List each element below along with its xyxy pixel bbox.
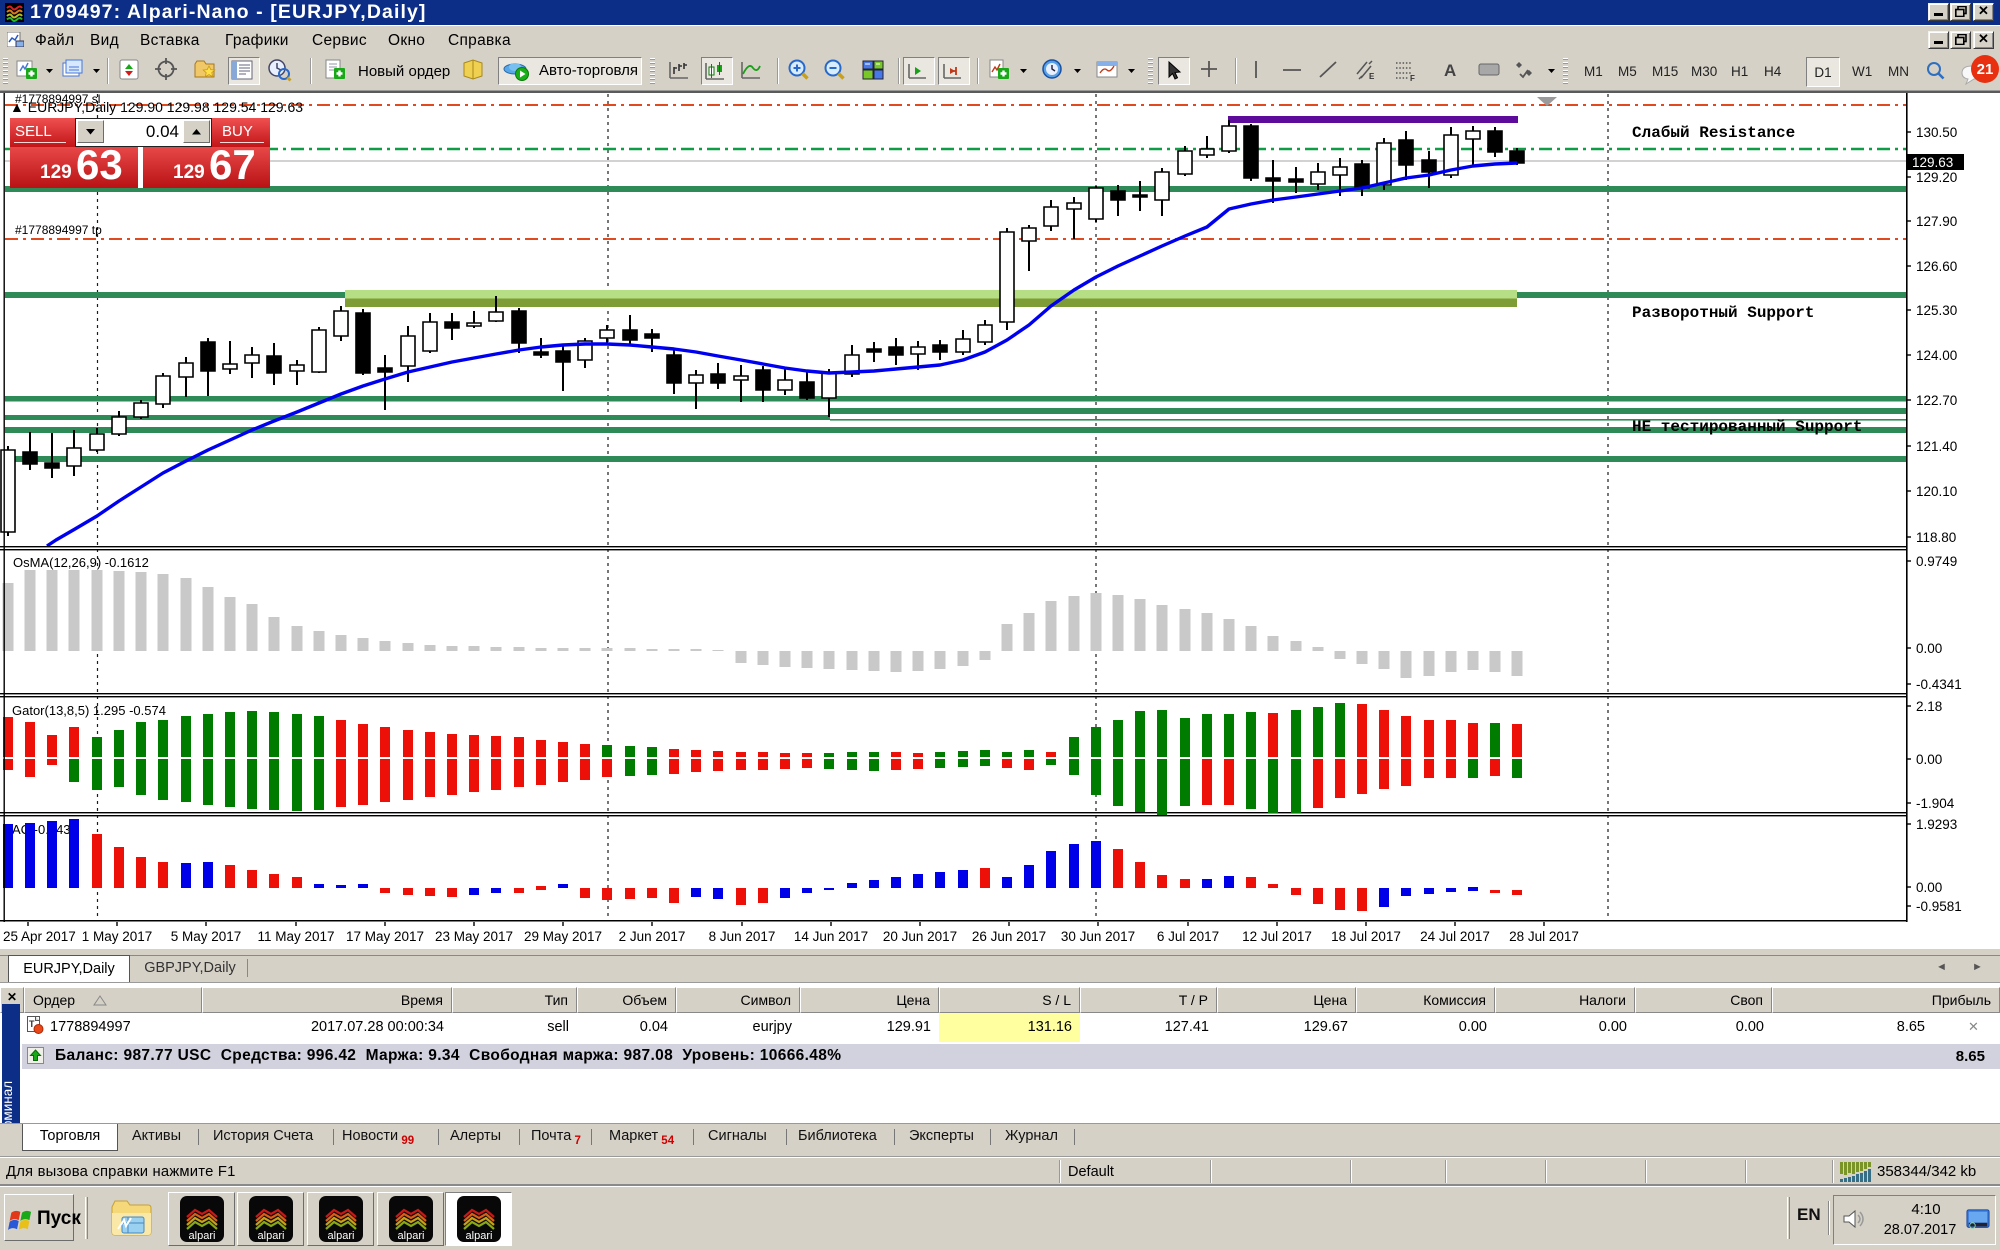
svg-text:118.80: 118.80 bbox=[1916, 530, 1956, 545]
svg-text:11 May 2017: 11 May 2017 bbox=[257, 929, 334, 944]
svg-text:28 Jul 2017: 28 Jul 2017 bbox=[1509, 929, 1579, 944]
svg-text:29 May 2017: 29 May 2017 bbox=[524, 929, 602, 944]
svg-text:18 Jul 2017: 18 Jul 2017 bbox=[1331, 929, 1401, 944]
svg-text:21: 21 bbox=[1977, 61, 1994, 78]
svg-text:A: A bbox=[1444, 61, 1456, 80]
svg-text:122.70: 122.70 bbox=[1916, 393, 1957, 408]
svg-text:14 Jun 2017: 14 Jun 2017 bbox=[794, 929, 868, 944]
svg-text:alpari: alpari bbox=[189, 1230, 216, 1242]
svg-text:129.63: 129.63 bbox=[1912, 155, 1953, 170]
svg-text:Слабый Resistance: Слабый Resistance bbox=[1632, 124, 1795, 142]
svg-text:25 Apr 2017: 25 Apr 2017 bbox=[3, 929, 76, 944]
svg-text:30 Jun 2017: 30 Jun 2017 bbox=[1061, 929, 1135, 944]
svg-text:6 Jul 2017: 6 Jul 2017 bbox=[1157, 929, 1219, 944]
svg-text:#1778894997 tp: #1778894997 tp bbox=[15, 223, 102, 237]
svg-text:0.9749: 0.9749 bbox=[1916, 554, 1957, 569]
svg-text:8 Jun 2017: 8 Jun 2017 bbox=[709, 929, 776, 944]
svg-text:129.20: 129.20 bbox=[1916, 170, 1957, 185]
svg-text:20 Jun 2017: 20 Jun 2017 bbox=[883, 929, 957, 944]
svg-text:127.90: 127.90 bbox=[1916, 214, 1957, 229]
svg-text:5 May 2017: 5 May 2017 bbox=[171, 929, 242, 944]
svg-text:23 May 2017: 23 May 2017 bbox=[435, 929, 513, 944]
svg-text:E: E bbox=[1369, 72, 1375, 81]
svg-text:AC -0.2438: AC -0.2438 bbox=[12, 822, 78, 837]
svg-text:26 Jun 2017: 26 Jun 2017 bbox=[972, 929, 1046, 944]
svg-text:2 Jun 2017: 2 Jun 2017 bbox=[619, 929, 686, 944]
svg-text:17 May 2017: 17 May 2017 bbox=[346, 929, 424, 944]
svg-text:121.40: 121.40 bbox=[1916, 439, 1957, 454]
svg-text:-0.4341: -0.4341 bbox=[1916, 677, 1962, 692]
svg-text:OsMA(12,26,9) -0.1612: OsMA(12,26,9) -0.1612 bbox=[13, 555, 149, 570]
svg-text:1 May 2017: 1 May 2017 bbox=[82, 929, 153, 944]
svg-text:125.30: 125.30 bbox=[1916, 303, 1957, 318]
svg-text:126.60: 126.60 bbox=[1916, 259, 1957, 274]
svg-text:-1.904: -1.904 bbox=[1916, 796, 1955, 811]
svg-text:alpari: alpari bbox=[328, 1230, 355, 1242]
svg-text:alpari: alpari bbox=[466, 1230, 493, 1242]
svg-text:НЕ тестированный Support: НЕ тестированный Support bbox=[1632, 418, 1862, 436]
svg-text:alpari: alpari bbox=[258, 1230, 285, 1242]
svg-text:▲ EURJPY,Daily 129.90 129.98: ▲ EURJPY,Daily 129.90 129.98 129.54 129.… bbox=[10, 99, 303, 115]
svg-text:124.00: 124.00 bbox=[1916, 348, 1957, 363]
svg-text:F: F bbox=[1410, 74, 1415, 82]
svg-text:24 Jul 2017: 24 Jul 2017 bbox=[1420, 929, 1490, 944]
svg-text:130.50: 130.50 bbox=[1916, 125, 1957, 140]
svg-text:120.10: 120.10 bbox=[1916, 484, 1957, 499]
svg-text:-0.9581: -0.9581 bbox=[1916, 899, 1962, 914]
svg-text:0.00: 0.00 bbox=[1916, 641, 1942, 656]
svg-text:Gator(13,8,5) 1.295 -0.574: Gator(13,8,5) 1.295 -0.574 bbox=[12, 703, 166, 718]
svg-text:alpari: alpari bbox=[398, 1230, 425, 1242]
svg-text:0.00: 0.00 bbox=[1916, 752, 1942, 767]
svg-text:2.18: 2.18 bbox=[1916, 699, 1942, 714]
svg-text:12 Jul 2017: 12 Jul 2017 bbox=[1242, 929, 1312, 944]
svg-text:Разворотный Support: Разворотный Support bbox=[1632, 304, 1814, 322]
svg-text:1.9293: 1.9293 bbox=[1916, 817, 1957, 832]
svg-text:0.00: 0.00 bbox=[1916, 880, 1942, 895]
